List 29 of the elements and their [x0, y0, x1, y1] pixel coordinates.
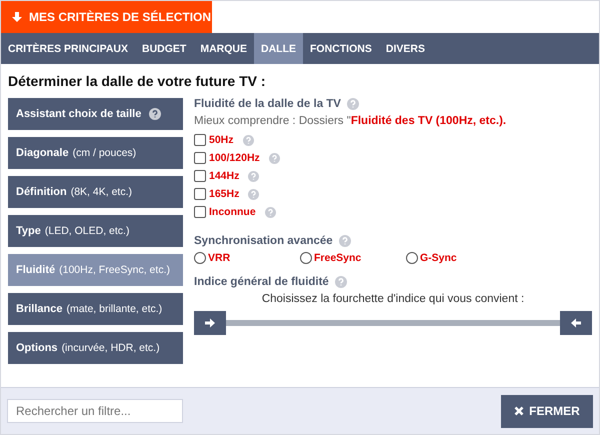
tab[interactable]: DIVERS: [378, 33, 432, 64]
section-title: Fluidité de la dalle de la TV: [194, 98, 341, 110]
option-label[interactable]: VRR: [208, 252, 230, 264]
option-label[interactable]: G-Sync: [420, 252, 457, 264]
sidebar-item[interactable]: Diagonale (cm / pouces): [8, 137, 183, 169]
tab[interactable]: BUDGET: [135, 33, 194, 64]
section-title: Indice général de fluidité: [194, 276, 329, 288]
tab[interactable]: DALLE: [254, 33, 304, 64]
intro-text: Mieux comprendre : Dossiers ": [194, 115, 351, 127]
option-label[interactable]: 165Hz: [209, 188, 240, 200]
sidebar-item[interactable]: Brillance (mate, brillante, etc.): [8, 293, 183, 325]
tab[interactable]: CRITÈRES PRINCIPAUX: [1, 33, 135, 64]
close-button[interactable]: FERMER: [501, 394, 593, 428]
sidebar-item[interactable]: Assistant choix de taille: [8, 98, 183, 130]
tab[interactable]: FONCTIONS: [303, 33, 379, 64]
sidebar-item[interactable]: Options (incurvée, HDR, etc.): [8, 332, 183, 364]
option-label[interactable]: 100/120Hz: [209, 152, 260, 164]
sidebar-item[interactable]: Type (LED, OLED, etc.): [8, 215, 183, 247]
tab[interactable]: MARQUE: [193, 33, 254, 64]
page-heading: Déterminer la dalle de votre future TV :: [8, 73, 267, 89]
option-label[interactable]: FreeSync: [314, 252, 362, 264]
dossier-link[interactable]: Fluidité des TV (100Hz, etc.).: [350, 115, 506, 127]
range-prompt: Choisissez la fourchette d'indice qui vous convient :: [260, 293, 526, 305]
option-label[interactable]: 144Hz: [209, 170, 240, 182]
option-label[interactable]: 50Hz: [209, 134, 234, 146]
option-label[interactable]: Inconnue: [209, 206, 256, 218]
search-field[interactable]: Rechercher un filtre...: [7, 399, 183, 423]
sidebar-item[interactable]: Définition (8K, 4K, etc.): [8, 176, 183, 208]
section-title: Synchronisation avancée: [194, 235, 333, 247]
